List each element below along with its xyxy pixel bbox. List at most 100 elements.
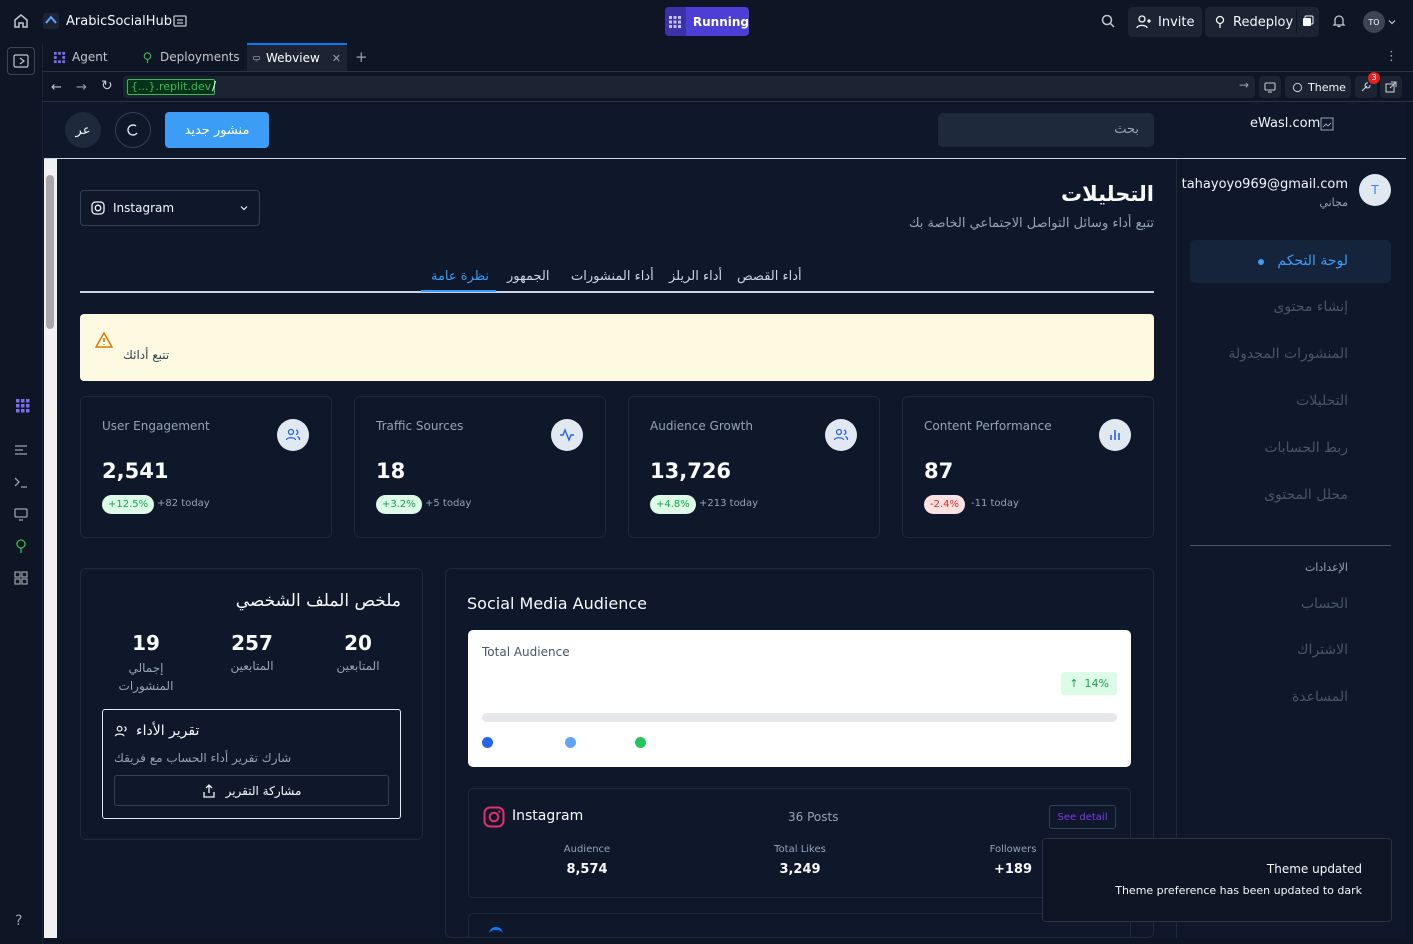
platform-select[interactable]: Instagram xyxy=(80,190,260,226)
run-icon[interactable] xyxy=(12,397,30,415)
sidebar-item-content-analyzer[interactable]: محلل المحتوى xyxy=(1264,487,1348,503)
stat-title: Traffic Sources xyxy=(376,419,464,433)
more-options-icon[interactable]: ⋮ xyxy=(1385,49,1398,64)
theme-toggle-icon[interactable] xyxy=(115,112,151,148)
sidebar-item-account[interactable]: الحساب xyxy=(1301,596,1348,612)
sidebar-item-connect-accounts[interactable]: ربط الحسابات xyxy=(1264,440,1348,456)
open-external-icon[interactable] xyxy=(1380,76,1402,98)
scrollbar[interactable] xyxy=(44,159,57,938)
forward-arrow-icon[interactable]: → xyxy=(76,80,87,95)
invite-button[interactable]: Invite xyxy=(1128,7,1203,37)
site-logo[interactable]: eWasl.com xyxy=(1250,116,1334,131)
stat-label: المتابعين xyxy=(336,659,380,673)
tab-posts-performance[interactable]: أداء المنشورات xyxy=(571,269,654,284)
stat-today: +5 today xyxy=(425,498,472,509)
go-arrow-icon[interactable]: → xyxy=(1239,78,1249,92)
webview-icon[interactable] xyxy=(12,505,30,523)
share-report-label: مشاركة التقرير xyxy=(225,783,302,798)
stat-label: المتابعين xyxy=(230,659,274,673)
back-arrow-icon[interactable]: ← xyxy=(51,80,62,95)
run-status-button[interactable]: Running xyxy=(665,7,749,36)
chevron-down-icon[interactable] xyxy=(1388,18,1396,26)
language-toggle-button[interactable]: عر xyxy=(65,112,101,148)
tab-audience[interactable]: الجمهور xyxy=(507,269,549,284)
tab-label: نظرة عامة xyxy=(431,269,490,284)
invite-label: Invite xyxy=(1158,14,1195,30)
profile-summary-card: ملخص الملف الشخصي 19 إجمالي المنشورات 25… xyxy=(80,568,423,840)
share-report-button[interactable]: مشاركة التقرير xyxy=(114,775,389,806)
bell-icon[interactable] xyxy=(1331,13,1347,29)
shell-icon[interactable] xyxy=(12,473,30,491)
sidebar-item-subscription[interactable]: الاشتراك xyxy=(1297,642,1348,658)
see-detail-button[interactable]: See detail xyxy=(1049,805,1116,829)
replit-topbar: ArabicSocialHub Running Invite Redeploy … xyxy=(0,0,1413,43)
stat-value: 87 xyxy=(924,459,954,483)
metric-label: Total Likes xyxy=(774,844,826,855)
metric-label: Audience xyxy=(563,844,611,855)
avatar[interactable]: TO xyxy=(1363,11,1385,33)
add-user-icon xyxy=(1136,15,1151,29)
sidebar-item-scheduled-posts[interactable]: المنشورات المجدولة xyxy=(1228,346,1348,362)
toast-body: Theme preference has been updated to dar… xyxy=(1115,884,1362,897)
user-avatar[interactable]: T xyxy=(1359,174,1391,206)
close-icon[interactable]: ✕ xyxy=(332,52,341,65)
stop-icon xyxy=(665,7,686,36)
growth-value: 14% xyxy=(1084,677,1109,690)
instagram-icon xyxy=(91,201,105,215)
home-icon[interactable] xyxy=(12,12,30,30)
tab-deployments[interactable]: Deployments xyxy=(135,43,246,71)
theme-button[interactable]: Theme xyxy=(1285,76,1351,98)
logo-text: eWasl.com xyxy=(1250,116,1321,131)
page-subtitle: تتبع أداء وسائل التواصل الاجتماعي الخاصة… xyxy=(908,216,1154,231)
address-input[interactable]: {...}.replit.dev / → xyxy=(123,76,1255,98)
new-post-button[interactable]: منشور جديد xyxy=(165,112,269,148)
devtools-icon[interactable] xyxy=(1259,76,1281,98)
redeploy-options-icon[interactable] xyxy=(1296,9,1318,33)
files-icon[interactable] xyxy=(172,13,188,29)
share-icon xyxy=(202,783,215,798)
deployments-icon[interactable] xyxy=(12,537,30,555)
tab-reels-performance[interactable]: أداء الريلز xyxy=(669,269,722,284)
stat-value: 13,726 xyxy=(650,459,732,483)
sidebar-item-dashboard[interactable]: لوحة التحكم xyxy=(1190,240,1391,283)
reload-icon[interactable]: ↻ xyxy=(101,78,113,94)
stat-followers: 257 المتابعين xyxy=(207,631,297,673)
agent-icon xyxy=(53,51,66,63)
stat-value: 2,541 xyxy=(102,459,169,483)
stat-value: 20 xyxy=(344,631,372,655)
search-input[interactable]: بحث xyxy=(938,113,1154,147)
stat-title: User Engagement xyxy=(102,419,210,433)
stat-title: Content Performance xyxy=(924,419,1052,433)
warning-alert: تتبع أدائك xyxy=(80,314,1154,381)
sidebar-item-create-content[interactable]: إنشاء محتوى xyxy=(1273,299,1348,315)
console-icon[interactable] xyxy=(12,441,30,459)
stat-change-badge: -2.4% xyxy=(924,495,966,514)
help-icon[interactable]: ? xyxy=(15,913,22,929)
new-tab-plus-icon[interactable]: + xyxy=(355,48,368,66)
repl-name[interactable]: ArabicSocialHub xyxy=(66,14,172,29)
search-icon[interactable] xyxy=(1100,13,1116,29)
palette-icon xyxy=(1292,82,1303,92)
metric-audience: Audience 8,574 xyxy=(537,844,637,877)
stat-today: +82 today xyxy=(157,498,210,509)
notification-badge: 3 xyxy=(1368,72,1380,84)
stat-change-badge: +3.2% xyxy=(376,495,422,514)
stat-change-badge: +12.5% xyxy=(102,495,155,514)
next-platform-card xyxy=(468,913,1131,938)
all-tools-icon[interactable] xyxy=(12,569,30,587)
redeploy-label: Redeploy xyxy=(1233,14,1294,30)
scrollbar-thumb[interactable] xyxy=(46,175,54,329)
sidebar-item-analytics[interactable]: التحليلات xyxy=(1296,393,1348,409)
tab-overview[interactable]: نظرة عامة xyxy=(421,263,496,292)
stat-title: Audience Growth xyxy=(650,419,753,433)
tab-stories-performance[interactable]: أداء القصص xyxy=(737,269,802,284)
tab-agent[interactable]: Agent xyxy=(47,43,114,71)
sidebar-toggle-icon[interactable] xyxy=(7,47,35,75)
wrench-icon[interactable]: 3 xyxy=(1355,72,1380,98)
stat-following: 20 المتابعين xyxy=(313,631,403,673)
webview-frame: عر منشور جديد بحث eWasl.com T tahayoyo96… xyxy=(44,102,1406,938)
sidebar-item-help[interactable]: المساعدة xyxy=(1292,689,1348,705)
tab-webview[interactable]: Webview ✕ xyxy=(247,43,347,71)
deploy-icon xyxy=(1215,15,1225,28)
broken-image-icon xyxy=(1320,117,1334,130)
